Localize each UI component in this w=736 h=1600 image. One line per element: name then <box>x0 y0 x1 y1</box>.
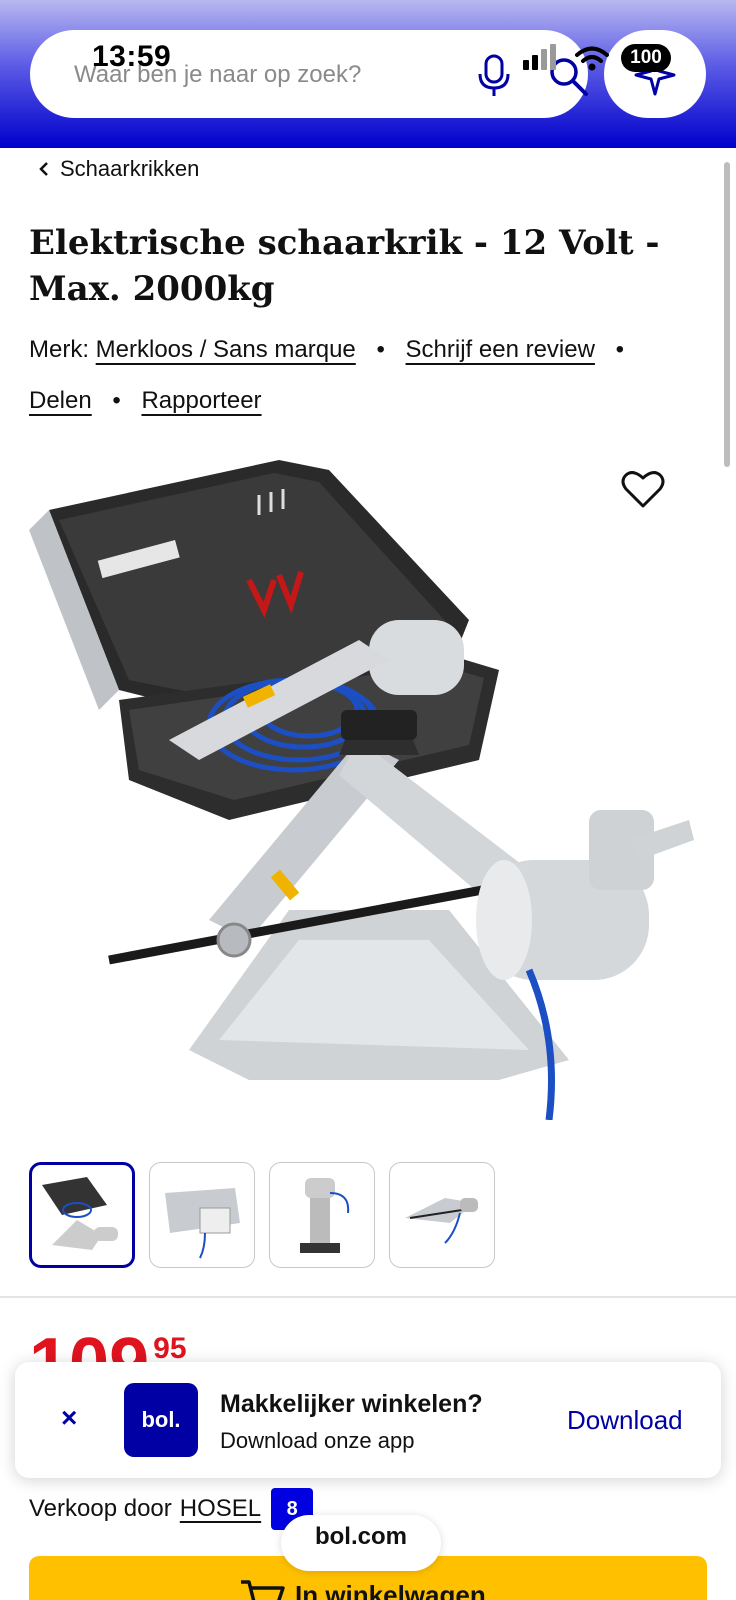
app-download-banner: × bol. Makkelijker winkelen? Download on… <box>15 1362 721 1478</box>
seller-prefix: Verkoop door <box>29 1495 172 1522</box>
product-image[interactable] <box>29 440 709 1120</box>
separator-dot: • <box>112 387 121 414</box>
site-label-pill[interactable]: bol.com <box>281 1515 441 1571</box>
report-link[interactable]: Rapporteer <box>141 387 261 414</box>
battery-indicator: 100 <box>621 44 671 72</box>
price-cents: 95 <box>153 1332 187 1365</box>
thumbnail-strip <box>29 1162 495 1268</box>
separator-dot: • <box>615 336 625 363</box>
breadcrumb[interactable]: Schaarkrikken <box>38 156 199 182</box>
brand-prefix: Merk: <box>29 336 89 363</box>
thumbnail-4-image <box>405 1198 478 1244</box>
thumbnail-1-image <box>42 1177 118 1250</box>
close-icon[interactable]: × <box>61 1402 77 1434</box>
thumbnail-2-image <box>165 1188 240 1259</box>
banner-title: Makkelijker winkelen? <box>220 1390 483 1418</box>
section-divider <box>0 1296 736 1298</box>
bol-logo: bol. <box>124 1383 198 1457</box>
site-label: bol.com <box>314 1523 407 1550</box>
thumbnail-4[interactable] <box>389 1162 495 1268</box>
thumbnail-3-image <box>300 1178 350 1253</box>
add-to-cart-label: In winkelwagen <box>295 1580 486 1600</box>
thumbnail-1[interactable] <box>29 1162 135 1268</box>
review-link[interactable]: Schrijf een review <box>406 336 595 363</box>
brand-link[interactable]: Merkloos / Sans marque <box>96 336 356 363</box>
signal-icon <box>523 44 556 70</box>
separator-dot: • <box>376 336 385 363</box>
breadcrumb-label[interactable]: Schaarkrikken <box>60 156 199 182</box>
product-title-line1: Elektrische schaarkrik - 12 Volt - <box>29 223 660 263</box>
app-header: Waar ben je naar op zoek? 13:59 100 <box>0 0 736 148</box>
share-link[interactable]: Delen <box>29 387 92 414</box>
banner-subtitle: Download onze app <box>220 1428 415 1453</box>
pill-highlight <box>287 1553 435 1565</box>
wifi-icon <box>575 46 609 71</box>
seller-info: Verkoop door HOSEL 8 <box>29 1488 314 1530</box>
heart-icon[interactable] <box>620 466 666 512</box>
chevron-left-icon <box>39 162 48 176</box>
thumbnail-2[interactable] <box>149 1162 255 1268</box>
thumbnail-3[interactable] <box>269 1162 375 1268</box>
status-time: 13:59 <box>92 40 172 73</box>
product-title: Elektrische schaarkrik - 12 Volt - Max. … <box>29 220 669 312</box>
microphone-icon[interactable] <box>474 52 514 98</box>
cart-icon <box>241 1580 285 1600</box>
download-button[interactable]: Download <box>567 1405 683 1436</box>
scrollbar[interactable] <box>724 162 730 467</box>
product-meta: Merk: Merkloos / Sans marque • Schrijf e… <box>29 324 719 426</box>
seller-link[interactable]: HOSEL <box>180 1495 261 1523</box>
product-title-line2: Max. 2000kg <box>29 269 275 309</box>
